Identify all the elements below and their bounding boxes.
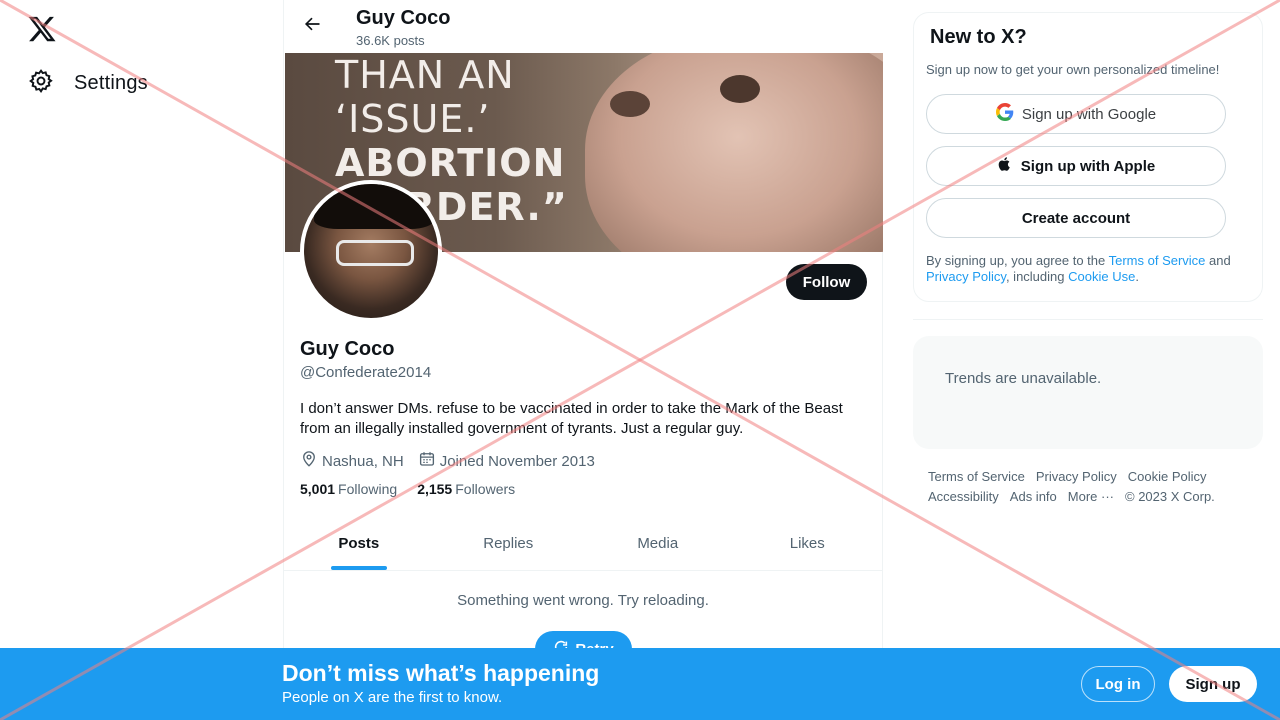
tab-label: Media (637, 535, 679, 552)
login-button[interactable]: Log in (1081, 666, 1155, 702)
sidebar-footer: Terms of Service Privacy Policy Cookie P… (928, 467, 1258, 507)
footer-privacy-link[interactable]: Privacy Policy (1036, 467, 1117, 487)
trends-unavailable-message: Trends are unavailable. (945, 370, 1102, 387)
followers-label: Followers (455, 481, 516, 497)
gear-icon (28, 68, 54, 99)
right-sidebar: New to X? Sign up now to get your own pe… (913, 0, 1263, 720)
terms-of-service-link[interactable]: Terms of Service (1109, 253, 1206, 268)
footer-row: Accessibility Ads info More ··· © 2023 X… (928, 487, 1258, 507)
back-button[interactable] (298, 12, 326, 40)
profile-display-name: Guy Coco (300, 338, 395, 360)
banner-line: THAN AN (335, 53, 515, 97)
profile-header-bar: Guy Coco 36.6K posts (284, 0, 884, 53)
tab-replies[interactable]: Replies (434, 517, 584, 570)
settings-label: Settings (74, 72, 148, 94)
join-date-text: Joined November 2013 (439, 452, 595, 470)
location-text: Nashua, NH (322, 452, 404, 470)
profile-handle: @Confederate2014 (300, 364, 432, 381)
profile-tabs: Posts Replies Media Likes (284, 517, 882, 571)
active-tab-indicator (330, 566, 387, 570)
profile-bio: I don’t answer DMs. refuse to be vaccina… (300, 400, 843, 437)
terms-text: By signing up, you agree to the (926, 253, 1109, 268)
following-link[interactable]: 5,001 Following (300, 481, 397, 497)
settings-nav-item[interactable]: Settings (28, 68, 148, 99)
following-label: Following (338, 481, 398, 497)
profile-meta: Nashua, NH Joined November 2013 (300, 450, 595, 472)
privacy-policy-link[interactable]: Privacy Policy (926, 269, 1006, 284)
location-pin-icon (300, 450, 318, 472)
banner-line: ABORTION (335, 141, 566, 185)
profile-column: Guy Coco 36.6K posts THAN AN ‘ISSUE.’ AB… (283, 0, 884, 720)
tab-label: Likes (789, 535, 825, 552)
left-nav: Settings (0, 0, 283, 720)
footer-terms-link[interactable]: Terms of Service (928, 467, 1025, 487)
calendar-icon (418, 450, 436, 472)
bottom-bar-subtitle: People on X are the first to know. (282, 689, 503, 706)
tab-likes[interactable]: Likes (733, 517, 883, 570)
tab-posts[interactable]: Posts (284, 517, 434, 570)
sidebar-divider (913, 319, 1263, 320)
x-logo-icon[interactable] (27, 14, 57, 44)
followers-link[interactable]: 2,155 Followers (417, 481, 515, 497)
footer-copyright: © 2023 X Corp. (1125, 489, 1215, 504)
terms-text: . (1135, 269, 1139, 284)
feed-error-message: Something went wrong. Try reloading. (457, 592, 709, 609)
profile-location: Nashua, NH (300, 450, 404, 472)
banner-eye-shape (610, 91, 650, 117)
signup-apple-button[interactable]: Sign up with Apple (926, 146, 1226, 186)
signup-card: New to X? Sign up now to get your own pe… (913, 12, 1263, 302)
trends-panel: Trends are unavailable. (913, 336, 1263, 449)
avatar-glasses-shape (336, 240, 414, 266)
terms-text: and (1205, 253, 1231, 268)
tab-media[interactable]: Media (583, 517, 733, 570)
follow-button[interactable]: Follow (786, 264, 867, 300)
footer-row: Terms of Service Privacy Policy Cookie P… (928, 467, 1258, 487)
profile-avatar[interactable] (300, 180, 442, 322)
apple-button-label: Sign up with Apple (1020, 157, 1156, 175)
login-prompt-bar: Don’t miss what’s happening People on X … (0, 648, 1280, 720)
apple-logo-icon (997, 155, 1013, 177)
arrow-left-icon (302, 14, 322, 39)
following-count: 5,001 (300, 481, 336, 497)
terms-text: , including (1005, 269, 1069, 284)
footer-cookie-link[interactable]: Cookie Policy (1128, 467, 1207, 487)
tab-label: Posts (338, 535, 380, 552)
signup-card-subtitle: Sign up now to get your own personalized… (926, 62, 1220, 77)
create-account-button[interactable]: Create account (926, 198, 1226, 238)
tab-label: Replies (483, 535, 534, 552)
avatar-hair-shape (314, 184, 434, 229)
cookie-use-link[interactable]: Cookie Use (1068, 269, 1135, 284)
header-profile-name: Guy Coco (356, 7, 451, 29)
bottom-bar-title: Don’t miss what’s happening (282, 660, 600, 686)
header-posts-count: 36.6K posts (356, 33, 425, 48)
signup-terms: By signing up, you agree to the Terms of… (926, 253, 1246, 285)
footer-ads-info-link[interactable]: Ads info (1010, 487, 1057, 507)
followers-count: 2,155 (417, 481, 453, 497)
signup-card-title: New to X? (930, 26, 1027, 48)
profile-stats: 5,001 Following 2,155 Followers (300, 481, 515, 497)
banner-line: ‘ISSUE.’ (335, 97, 491, 141)
google-button-label: Sign up with Google (1021, 105, 1157, 123)
banner-eye-shape (720, 75, 760, 103)
signup-google-button[interactable]: Sign up with Google (926, 94, 1226, 134)
footer-accessibility-link[interactable]: Accessibility (928, 487, 999, 507)
google-logo-icon (995, 103, 1014, 125)
profile-join-date: Joined November 2013 (418, 450, 595, 472)
signup-button[interactable]: Sign up (1169, 666, 1257, 702)
footer-more-link[interactable]: More ··· (1068, 487, 1114, 507)
